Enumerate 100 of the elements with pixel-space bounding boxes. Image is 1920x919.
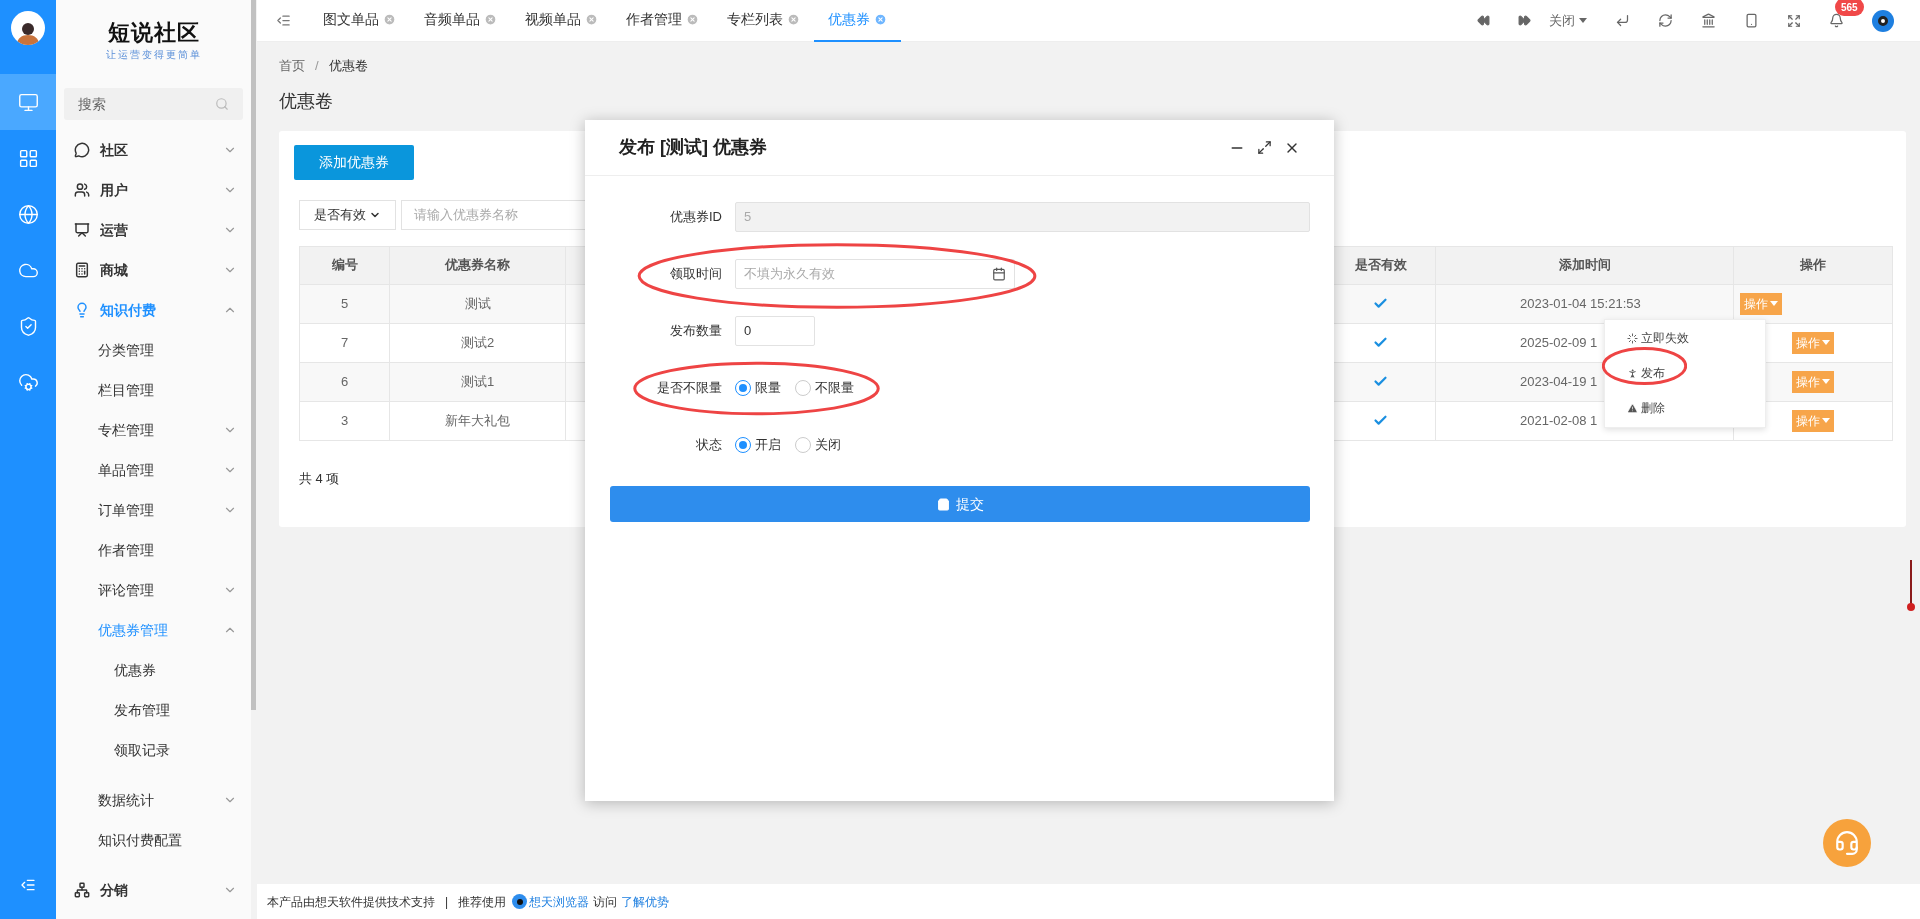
grid-icon xyxy=(17,147,39,169)
table-cell: 5 xyxy=(300,284,390,324)
rewind-icon[interactable] xyxy=(1477,14,1490,27)
breadcrumb-separator: / xyxy=(315,57,319,75)
notification-badge: 565 xyxy=(1835,0,1864,16)
table-cell: 6 xyxy=(300,362,390,402)
logo-title: 短说社区 xyxy=(107,19,200,46)
logo-tagline: 让运营变得更简单 xyxy=(105,48,202,61)
dropdown-item[interactable]: 发布 xyxy=(1627,361,1765,385)
page-tab[interactable]: 音频单品 xyxy=(410,0,511,42)
footer-text: 推荐使用 xyxy=(458,893,507,911)
menu-item[interactable]: 专栏管理 xyxy=(56,410,251,450)
menu-item[interactable]: 运营 xyxy=(56,210,251,250)
dropdown-item[interactable]: 删除 xyxy=(1627,396,1765,420)
radio-label[interactable]: 关闭 xyxy=(815,435,841,455)
menu-collapse-icon[interactable] xyxy=(275,13,291,28)
refresh-icon[interactable] xyxy=(1658,13,1673,28)
menu-item[interactable]: 分销 xyxy=(56,870,251,910)
menu-item[interactable]: 领取记录 xyxy=(56,730,251,770)
menu-item[interactable]: 单品管理 xyxy=(56,450,251,490)
radio-button[interactable] xyxy=(795,380,811,396)
network-icon xyxy=(74,882,90,898)
learn-more-link[interactable]: 了解优势 xyxy=(621,892,670,911)
bag-icon xyxy=(936,497,950,511)
breadcrumb-link[interactable]: 优惠卷 xyxy=(328,56,368,76)
breadcrumb-link[interactable]: 首页 xyxy=(279,56,305,76)
quantity-field[interactable]: 0 xyxy=(735,316,815,346)
field-label: 状态 xyxy=(695,436,722,455)
menu-item[interactable]: 评论管理 xyxy=(56,570,251,610)
date-text: 2021-02-08 1 xyxy=(1520,411,1598,430)
menu-collapse-icon[interactable] xyxy=(20,877,36,893)
table-cell: 测试1 xyxy=(390,362,566,402)
fullscreen-icon[interactable] xyxy=(1787,13,1801,28)
support-button[interactable] xyxy=(1823,819,1871,867)
table-cell: 测试2 xyxy=(390,323,566,363)
footer-text: 本产品由想天软件提供技术支持 xyxy=(267,893,435,911)
menu-item[interactable]: 订单管理 xyxy=(56,490,251,530)
menu-item[interactable]: 发布管理 xyxy=(56,690,251,730)
menu-item[interactable]: 社区 xyxy=(56,130,251,170)
browser-link[interactable]: 想天浏览器 xyxy=(529,892,590,911)
fast-forward-icon[interactable] xyxy=(1518,14,1531,27)
column-header: 优惠券名称 xyxy=(390,246,566,285)
notification-icon[interactable] xyxy=(1829,13,1844,28)
menu-item[interactable]: 商城 xyxy=(56,250,251,290)
date-text: 2023-01-04 15:21:53 xyxy=(1520,294,1641,313)
person-icon xyxy=(1627,367,1638,379)
radio-label[interactable]: 限量 xyxy=(755,378,781,398)
search-icon xyxy=(215,97,229,111)
avatar[interactable] xyxy=(11,11,45,45)
table-cell: 测试 xyxy=(390,284,566,324)
footer-separator: | xyxy=(444,893,450,911)
menu-item[interactable]: 优惠券 xyxy=(56,650,251,690)
browser-logo-icon xyxy=(512,894,528,909)
caret-icon xyxy=(1579,18,1587,23)
page-tab[interactable]: 图文单品 xyxy=(309,0,410,42)
monitor-icon xyxy=(17,91,39,113)
radio-button[interactable] xyxy=(795,437,811,453)
caret-icon xyxy=(1822,379,1830,384)
warning-icon xyxy=(1627,402,1638,414)
scrollbar-thumb[interactable] xyxy=(251,0,256,710)
user-avatar[interactable] xyxy=(1872,9,1894,32)
menu-item[interactable]: 栏目管理 xyxy=(56,370,251,410)
return-icon[interactable] xyxy=(1615,13,1630,28)
field-label: 优惠券ID xyxy=(669,208,722,227)
page-tab[interactable]: 视频单品 xyxy=(511,0,612,42)
table-cell: 7 xyxy=(300,323,390,363)
menu-item[interactable]: 知识付费配置 xyxy=(56,820,251,860)
menu-item[interactable]: 用户 xyxy=(56,170,251,210)
lightbulb-icon xyxy=(74,302,90,318)
radio-label[interactable]: 不限量 xyxy=(815,378,854,398)
users-icon xyxy=(74,182,90,198)
radio-button[interactable] xyxy=(735,380,751,396)
search-field[interactable]: 搜索 xyxy=(64,88,243,120)
radio-label[interactable]: 开启 xyxy=(755,435,781,455)
dropdown-item[interactable]: 立即失效 xyxy=(1627,326,1765,350)
presentation-icon xyxy=(74,222,90,238)
building-icon[interactable] xyxy=(1701,13,1716,28)
field-label: 领取时间 xyxy=(669,265,722,284)
page-title: 优惠卷 xyxy=(279,89,334,113)
calculator-icon xyxy=(74,262,90,278)
thermometer-icon xyxy=(1907,560,1915,612)
page-tab[interactable]: 专栏列表 xyxy=(713,0,814,42)
radio-button[interactable] xyxy=(735,437,751,453)
field-label: 是否不限量 xyxy=(656,379,722,398)
headset-icon xyxy=(1834,830,1860,856)
total-count: 共 4 项 xyxy=(299,469,341,488)
menu-item[interactable]: 分类管理 xyxy=(56,330,251,370)
caret-icon xyxy=(1770,301,1778,306)
close-menu-button[interactable]: 关闭 xyxy=(1549,10,1587,31)
menu-item[interactable]: 数据统计 xyxy=(56,780,251,820)
column-header: 添加时间 xyxy=(1436,246,1734,285)
date-text: 2023-04-19 1 xyxy=(1520,372,1598,391)
maximize-icon[interactable] xyxy=(1257,140,1272,155)
validity-select[interactable]: 是否有效 xyxy=(299,199,396,230)
menu-item[interactable]: 作者管理 xyxy=(56,530,251,570)
page-tab[interactable]: 作者管理 xyxy=(612,0,713,42)
caret-icon xyxy=(1822,340,1830,345)
cloud-gear-icon xyxy=(17,371,39,393)
rail-item[interactable] xyxy=(0,74,56,130)
phone-icon[interactable] xyxy=(1744,13,1759,28)
